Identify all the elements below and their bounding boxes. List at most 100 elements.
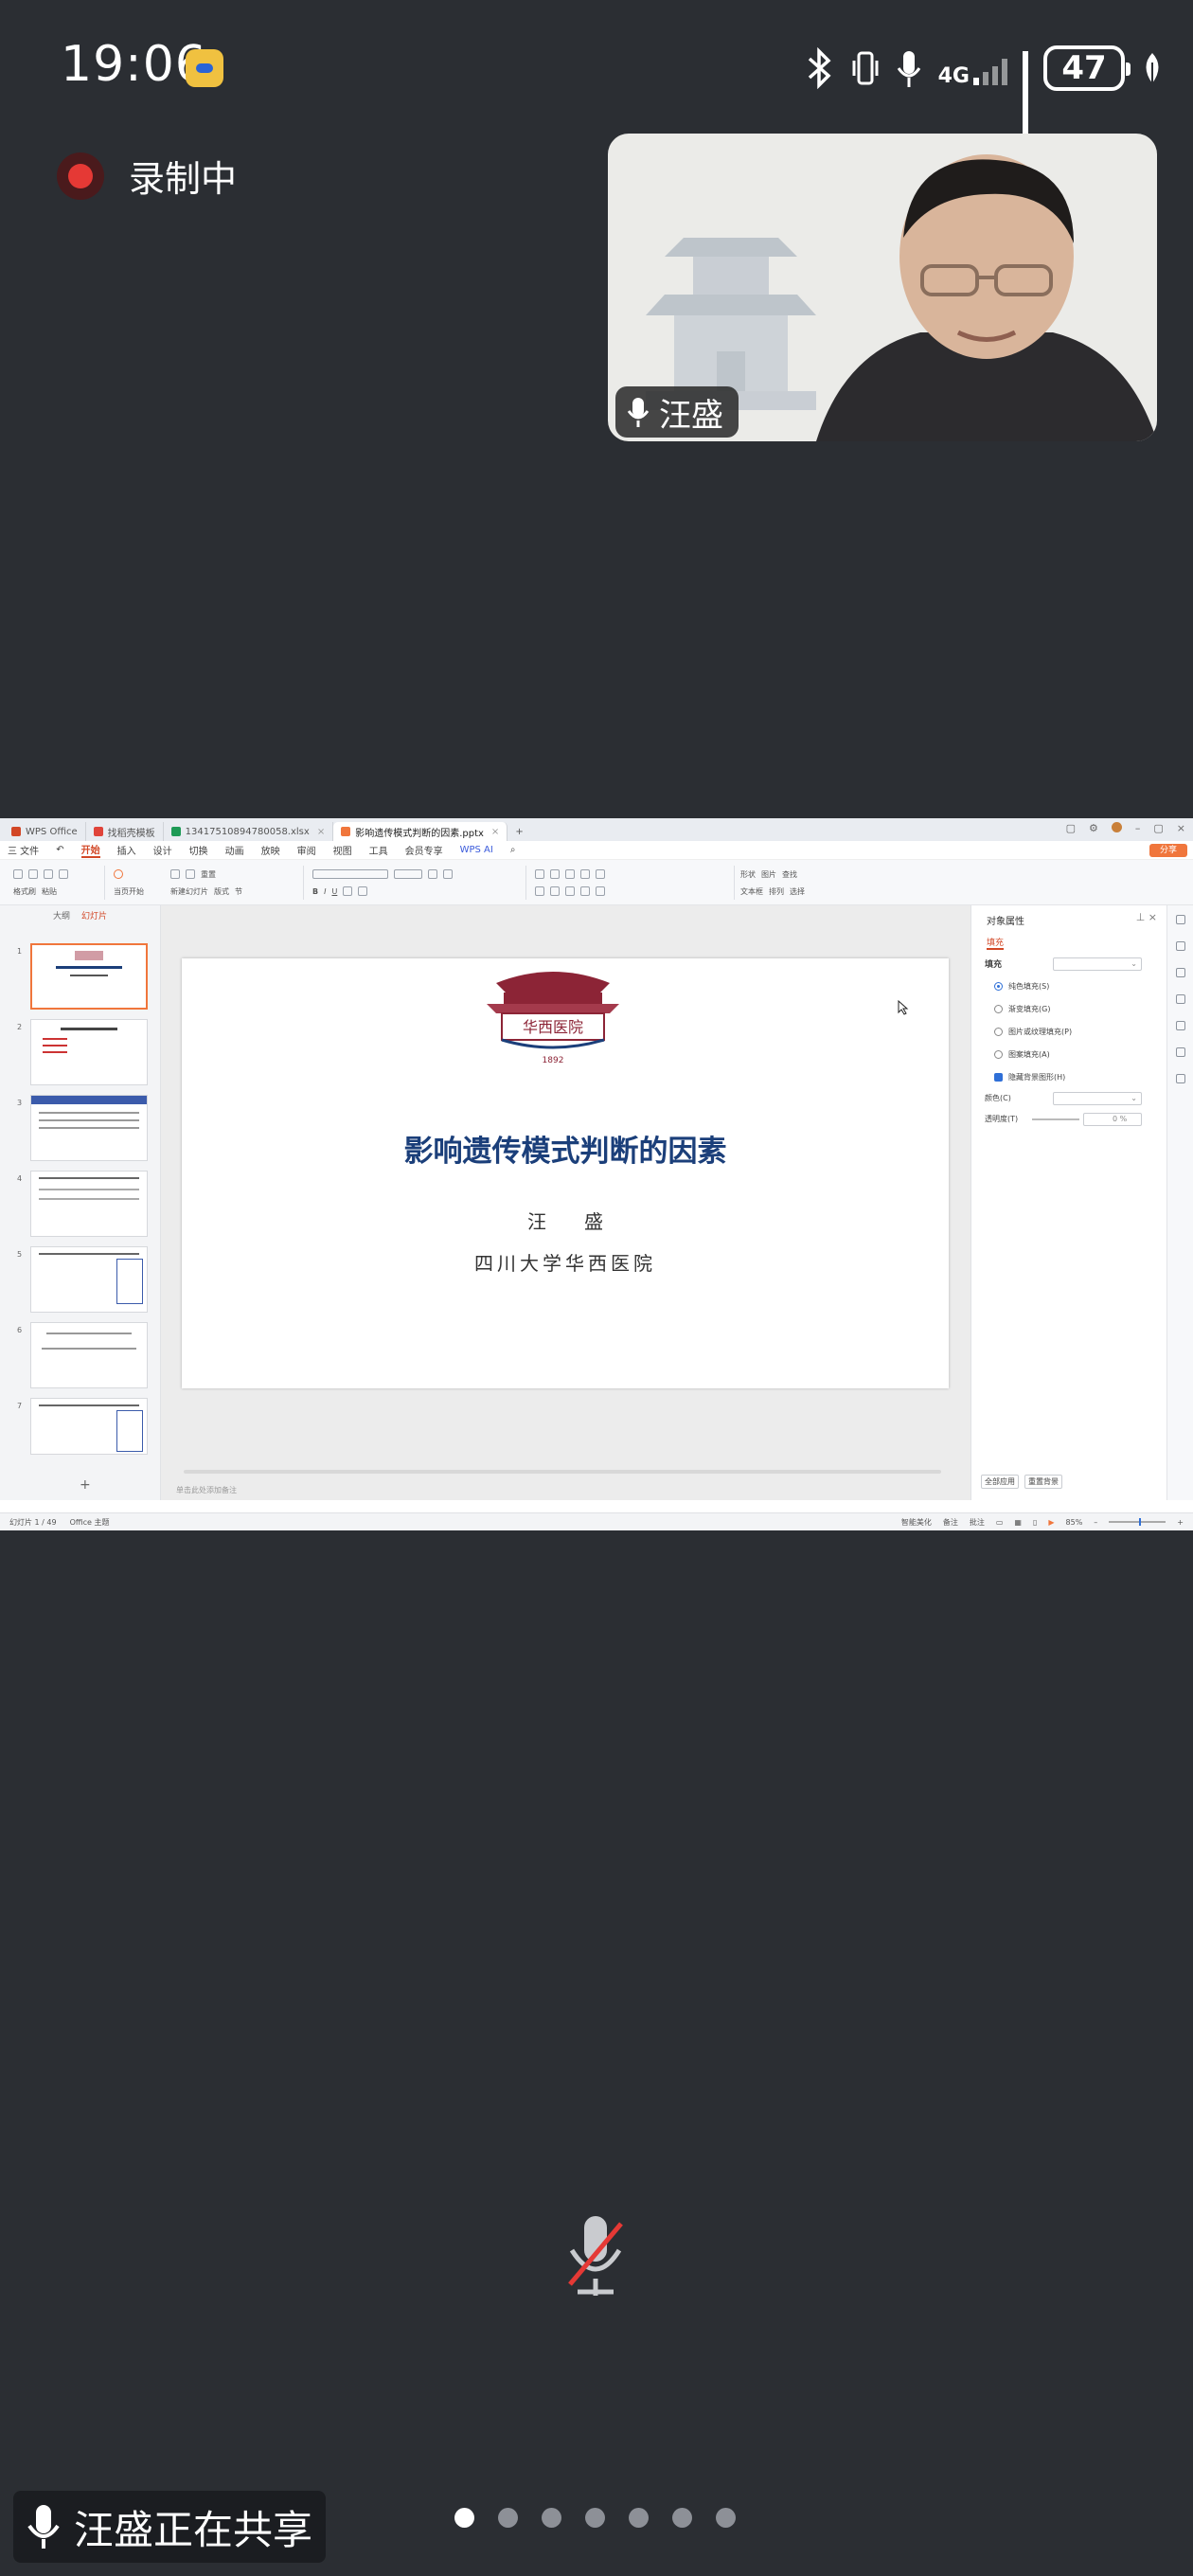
numbering-icon[interactable]	[550, 869, 560, 879]
horizontal-scrollbar[interactable]	[184, 1470, 941, 1474]
section-button[interactable]: 节	[235, 886, 242, 897]
font-shrink-icon[interactable]	[443, 869, 453, 879]
new-tab-button[interactable]: +	[507, 822, 530, 841]
paste-label[interactable]: 粘贴	[42, 886, 57, 897]
zoom-slider[interactable]	[1109, 1518, 1166, 1526]
close-icon[interactable]: ×	[317, 827, 325, 837]
menu-slideshow[interactable]: 放映	[261, 843, 280, 857]
comments-button[interactable]: 批注	[970, 1517, 985, 1528]
page-dot[interactable]	[542, 2508, 561, 2528]
reading-view-icon[interactable]: ▯	[1033, 1518, 1037, 1527]
settings-icon[interactable]: ⚙	[1089, 822, 1098, 834]
menu-file[interactable]: 三 文件	[8, 843, 39, 857]
picture-button[interactable]: 图片	[761, 869, 776, 880]
notes-button[interactable]: 备注	[943, 1517, 958, 1528]
bold-icon[interactable]: B	[312, 887, 318, 896]
participant-video[interactable]: 汪盛	[608, 134, 1157, 441]
align-center-icon[interactable]	[550, 886, 560, 896]
menu-design[interactable]: 设计	[153, 843, 172, 857]
star-icon[interactable]	[1175, 941, 1185, 951]
slide-thumbnail[interactable]	[30, 1171, 148, 1237]
slide-organization[interactable]: 四川大学华西医院	[182, 1248, 949, 1276]
menu-review[interactable]: 审阅	[297, 843, 316, 857]
bullets-icon[interactable]	[535, 869, 544, 879]
select-button[interactable]: 选择	[790, 886, 805, 897]
share-button[interactable]: 分享	[1149, 844, 1187, 857]
normal-view-icon[interactable]: ▭	[996, 1518, 1004, 1527]
tab-template[interactable]: 找稻壳模板	[86, 822, 164, 841]
slide-editor[interactable]: 华西医院 1892 影响遗传模式判断的因素 汪盛 四川大学华西医院 单击此处添加…	[161, 905, 970, 1500]
page-dot[interactable]	[629, 2508, 649, 2528]
page-dot[interactable]	[454, 2508, 474, 2528]
menu-animation[interactable]: 动画	[225, 843, 244, 857]
maximize-icon[interactable]: ▢	[1153, 822, 1163, 834]
close-icon[interactable]: ⊥ ×	[1136, 911, 1157, 923]
line-spacing-icon[interactable]	[596, 869, 605, 879]
fill-type-select[interactable]: ⌄	[1053, 957, 1142, 971]
tab-slides[interactable]: 幻灯片	[81, 909, 107, 921]
image-icon[interactable]	[1175, 1021, 1185, 1030]
option-solid-fill[interactable]: 纯色填充(S)	[994, 981, 1049, 992]
menu-insert[interactable]: 插入	[117, 843, 136, 857]
underline-icon[interactable]: U	[331, 887, 337, 896]
page-dot[interactable]	[716, 2508, 736, 2528]
new-slide-icon[interactable]	[170, 869, 180, 879]
font-grow-icon[interactable]	[428, 869, 437, 879]
copy-icon[interactable]	[59, 869, 68, 879]
slide-author[interactable]: 汪盛	[182, 1207, 949, 1234]
slideshow-icon[interactable]: ▶	[1048, 1518, 1054, 1527]
outdent-icon[interactable]	[580, 869, 590, 879]
smart-beautify-button[interactable]: 智能美化	[901, 1517, 932, 1528]
tools-icon[interactable]	[1175, 1047, 1185, 1057]
tab-wps-office[interactable]: WPS Office	[4, 822, 86, 841]
arrange-button[interactable]: 排列	[769, 886, 784, 897]
shared-screen[interactable]: WPS Office 找稻壳模板 1341751089478005​8.xlsx…	[0, 818, 1193, 1530]
hide-background-checkbox[interactable]: 隐藏背景图形(H)	[994, 1072, 1065, 1082]
zoom-out-icon[interactable]: –	[1094, 1518, 1097, 1527]
transparency-input[interactable]: 0 %	[1083, 1113, 1142, 1126]
indent-icon[interactable]	[565, 869, 575, 879]
avatar[interactable]	[1111, 822, 1122, 832]
properties-icon[interactable]	[1175, 915, 1185, 924]
slide-thumbnail[interactable]	[30, 1019, 148, 1085]
textbox-button[interactable]: 文本框	[740, 886, 763, 897]
font-family-select[interactable]	[312, 869, 388, 879]
zoom-in-icon[interactable]: +	[1177, 1518, 1184, 1527]
slide-thumbnail[interactable]	[30, 1095, 148, 1161]
play-from-current-button[interactable]: 当页开始	[114, 886, 144, 897]
slide-thumbnail[interactable]	[30, 1246, 148, 1313]
cut-icon[interactable]	[44, 869, 53, 879]
menu-home[interactable]: 开始	[80, 842, 100, 858]
menu-member[interactable]: 会员专享	[405, 843, 443, 857]
layout-icon[interactable]	[186, 869, 195, 879]
reset-button[interactable]: 重置	[201, 869, 216, 880]
option-gradient-fill[interactable]: 渐变填充(G)	[994, 1004, 1050, 1014]
recording-indicator[interactable]: 录制中	[57, 150, 237, 202]
theme-name[interactable]: Office 主题	[70, 1517, 110, 1528]
page-dot[interactable]	[498, 2508, 518, 2528]
transform-icon[interactable]	[1175, 968, 1185, 977]
reset-background-button[interactable]: 重置背景	[1024, 1475, 1062, 1489]
more-icon[interactable]	[1175, 1074, 1185, 1083]
search-icon[interactable]: ⌕	[510, 845, 516, 855]
align-right-icon[interactable]	[565, 886, 575, 896]
slide-thumbnail[interactable]	[30, 1322, 148, 1388]
font-color-icon[interactable]	[343, 886, 353, 896]
fill-section-title[interactable]: 填充	[985, 957, 1002, 970]
format-painter-icon[interactable]	[13, 869, 23, 879]
restore-icon[interactable]: ▢	[1066, 822, 1076, 834]
menu-wps-ai[interactable]: WPS AI	[460, 845, 493, 855]
option-picture-fill[interactable]: 图片或纹理填充(P)	[994, 1027, 1072, 1037]
justify-icon[interactable]	[580, 886, 590, 896]
font-size-select[interactable]	[394, 869, 422, 879]
slide-thumbnail[interactable]	[30, 943, 148, 1010]
paste-icon[interactable]	[28, 869, 38, 879]
close-icon[interactable]: ×	[491, 827, 499, 837]
menu-view[interactable]: 视图	[333, 843, 352, 857]
transparency-slider[interactable]	[1032, 1118, 1079, 1120]
format-painter-label[interactable]: 格式刷	[13, 886, 36, 897]
align-left-icon[interactable]	[535, 886, 544, 896]
menu-transition[interactable]: 切换	[189, 843, 208, 857]
shape-button[interactable]: 形状	[740, 869, 756, 880]
notes-placeholder[interactable]: 单击此处添加备注	[176, 1485, 237, 1495]
